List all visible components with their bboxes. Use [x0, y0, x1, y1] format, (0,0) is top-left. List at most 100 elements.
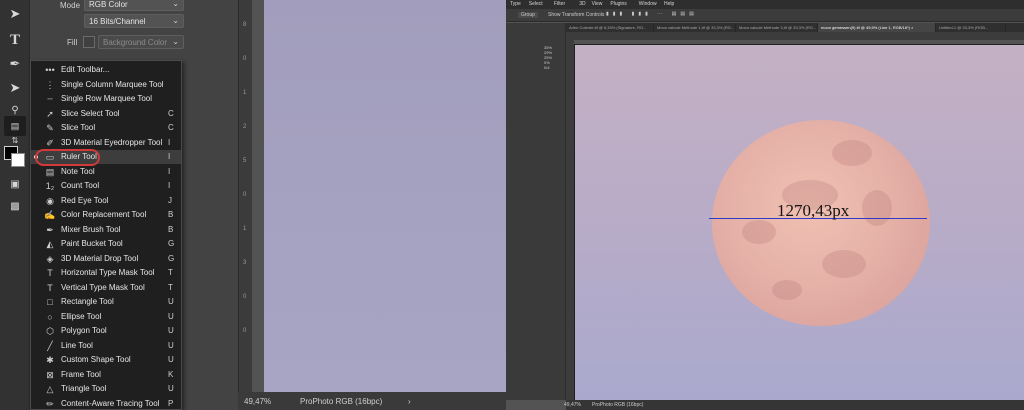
ruler-number: 0: [243, 56, 247, 62]
menu-filter[interactable]: Filter: [554, 1, 565, 7]
shortcut-key: U: [168, 311, 174, 321]
menu-item-frame-tool[interactable]: ⊠ Frame Tool K: [31, 368, 181, 382]
mode-select[interactable]: RGB Color ⌄: [84, 0, 184, 11]
shortcut-key: I: [168, 137, 171, 147]
ruler-number: 5: [243, 158, 247, 164]
menu-item-label: 3D Material Drop Tool: [61, 253, 139, 263]
zoom-level[interactable]: 49,47%: [244, 397, 271, 406]
menu-item-label: Slice Tool: [61, 123, 96, 132]
shortcut-key: G: [168, 239, 175, 248]
menu-item-color-replacement-tool[interactable]: ✍ Color Replacement Tool B: [31, 208, 181, 222]
menu-item-paint-bucket-tool[interactable]: ◭ Paint Bucket Tool G: [31, 237, 181, 251]
menu-item-triangle-tool[interactable]: △ Triangle Tool U: [31, 382, 181, 396]
count-icon: 1₂: [45, 181, 55, 191]
line-icon: ╱: [47, 340, 53, 351]
document-tab[interactable]: Moon calcule Methode 3,tif @ 33,3% (RG..…: [736, 23, 818, 32]
menu-item-label: Rectangle Tool: [61, 297, 114, 306]
menu-item-single-column-marquee-tool[interactable]: ⋮ Single Column Marquee Tool: [31, 78, 181, 92]
shortcut-key: B: [168, 224, 174, 234]
menu-type[interactable]: Type: [510, 1, 521, 7]
menu-plugins[interactable]: Plugins: [610, 1, 626, 7]
ruler-number: 8: [243, 22, 247, 28]
document-tab[interactable]: Untitled-1 @ 33,3% (RGB...: [936, 23, 1006, 32]
quick-mask-icon[interactable]: ▣: [4, 174, 26, 194]
menu-item-slice-select-tool[interactable]: ➚ Slice Select Tool C: [31, 107, 181, 121]
shortcut-key: I: [168, 166, 171, 176]
menu-item-line-tool[interactable]: ╱ Line Tool U: [31, 339, 181, 353]
menu-item-vertical-type-mask-tool[interactable]: T Vertical Type Mask Tool T: [31, 281, 181, 295]
moon-crater: [862, 190, 892, 226]
menu-item-custom-shape-tool[interactable]: ✱ Custom Shape Tool U: [31, 353, 181, 367]
menu-item-label: Ellipse Tool: [61, 311, 102, 321]
auto-select-dropdown[interactable]: Group: [518, 12, 538, 18]
shortcut-key: U: [168, 384, 174, 393]
menu-item-count-tool[interactable]: 1₂ Count Tool I: [31, 179, 181, 193]
vertical-ruler: 8 0 1 2 5 0 1 3 0 0: [238, 0, 252, 392]
menu-item-edit-toolbar[interactable]: ••• Edit Toolbar...: [31, 63, 181, 77]
ruler-number: 1: [243, 90, 247, 96]
shortcut-key: U: [168, 297, 174, 306]
fill-color-box[interactable]: [83, 36, 95, 48]
type-tool-icon[interactable]: T: [4, 30, 26, 50]
menu-item-3d-material-drop-tool[interactable]: ◈ 3D Material Drop Tool G: [31, 252, 181, 266]
status-arrow-icon[interactable]: ›: [408, 397, 411, 406]
shortcut-key: U: [168, 340, 174, 350]
document-tab[interactable]: Arlen Colerde,tif @ 6,33% (Signature, RG…: [566, 23, 654, 32]
menu-view[interactable]: View: [592, 1, 603, 7]
menu-item-red-eye-tool[interactable]: ◉ Red Eye Tool J: [31, 194, 181, 208]
left-screenshot: ➤ T ✒ ➤ ⚲ ▤ ⇅ ▣ ▩ Mode RGB Color ⌄ 16 Bi…: [0, 0, 506, 410]
color-replacement-icon: ✍: [44, 210, 56, 220]
status-bar: 49,47% ProPhoto RGB (16bpc): [564, 400, 1024, 410]
menu-item-label: Custom Shape Tool: [61, 355, 131, 364]
material-drop-icon: ◈: [46, 253, 54, 264]
zoom-level[interactable]: 49,47%: [564, 402, 581, 408]
menu-item-label: Triangle Tool: [61, 384, 107, 393]
menu-item-single-row-marquee-tool[interactable]: ┄ Single Row Marquee Tool: [31, 92, 181, 106]
menu-item-content-aware-tracing-tool[interactable]: ✏ Content-Aware Tracing Tool P: [31, 397, 181, 410]
slice-select-icon: ➚: [46, 108, 54, 119]
fill-label: Fill: [67, 38, 78, 47]
menu-item-mixer-brush-tool[interactable]: ✒ Mixer Brush Tool B: [31, 223, 181, 237]
path-select-icon[interactable]: ➤: [4, 4, 26, 24]
document-canvas[interactable]: [264, 0, 506, 392]
shortcut-key: B: [168, 210, 174, 219]
screen-mode-icon[interactable]: ▩: [4, 196, 26, 216]
fill-select[interactable]: Background Color ⌄: [98, 35, 184, 49]
left-dock-panel: 35% 29% 25% 0% 0/4: [506, 23, 566, 400]
fill-value: Background Color: [103, 38, 168, 47]
slice-icon: ✎: [46, 123, 54, 133]
bit-depth-select[interactable]: 16 Bits/Channel ⌄: [84, 14, 184, 28]
menu-item-label: Paint Bucket Tool: [61, 239, 123, 248]
menu-help[interactable]: Help: [664, 1, 674, 7]
pen-tool-icon[interactable]: ✒: [4, 54, 26, 74]
document-canvas[interactable]: 1270,43px: [574, 44, 1024, 400]
background-color-swatch[interactable]: [11, 153, 25, 167]
shortcut-key: U: [168, 355, 174, 364]
measurement-label: 1270,43px: [777, 201, 850, 220]
menu-window[interactable]: Window: [639, 1, 657, 7]
status-bar: 49,47% ProPhoto RGB (16bpc) ›: [238, 392, 506, 410]
shortcut-key: I: [168, 181, 171, 190]
menu-item-polygon-tool[interactable]: ⬡ Polygon Tool U: [31, 324, 181, 338]
select-arrow-icon[interactable]: ➤: [4, 78, 26, 98]
triangle-icon: △: [46, 384, 54, 394]
align-icons[interactable]: ▮▮▮ ▮▮▮ ⋯ ▤▤▤: [606, 11, 698, 17]
options-bar: Group Show Transform Controls ▮▮▮ ▮▮▮ ⋯ …: [506, 9, 1024, 22]
menu-item-3d-material-eyedropper-tool[interactable]: ✐ 3D Material Eyedropper Tool I: [31, 136, 181, 150]
menu-item-ellipse-tool[interactable]: ○ Ellipse Tool U: [31, 310, 181, 324]
menu-item-note-tool[interactable]: ▤ Note Tool I: [31, 165, 181, 179]
document-tab[interactable]: Moon calcule Methode 1,tif @ 33,3% (RG..…: [654, 23, 736, 32]
document-tab[interactable]: moon gemessen(9).tif @ 49,5% (Line 1, RG…: [818, 23, 936, 32]
menu-bar: Type Select Filter 3D View Plugins Window Help: [506, 0, 1024, 9]
menu-item-slice-tool[interactable]: ✎ Slice Tool C: [31, 121, 181, 135]
ruler-number: 3: [243, 260, 247, 266]
menu-3d[interactable]: 3D: [579, 1, 585, 7]
menu-select[interactable]: Select: [529, 1, 543, 7]
show-transform-controls-label[interactable]: Show Transform Controls: [548, 12, 604, 18]
chevron-down-icon: ⌄: [172, 37, 179, 46]
menu-item-horizontal-type-mask-tool[interactable]: T Horizontal Type Mask Tool T: [31, 266, 181, 280]
shortcut-key: C: [168, 123, 174, 132]
mixer-brush-icon: ✒: [46, 224, 54, 235]
menu-item-rectangle-tool[interactable]: □ Rectangle Tool U: [31, 295, 181, 309]
mode-label: Mode: [60, 1, 81, 10]
